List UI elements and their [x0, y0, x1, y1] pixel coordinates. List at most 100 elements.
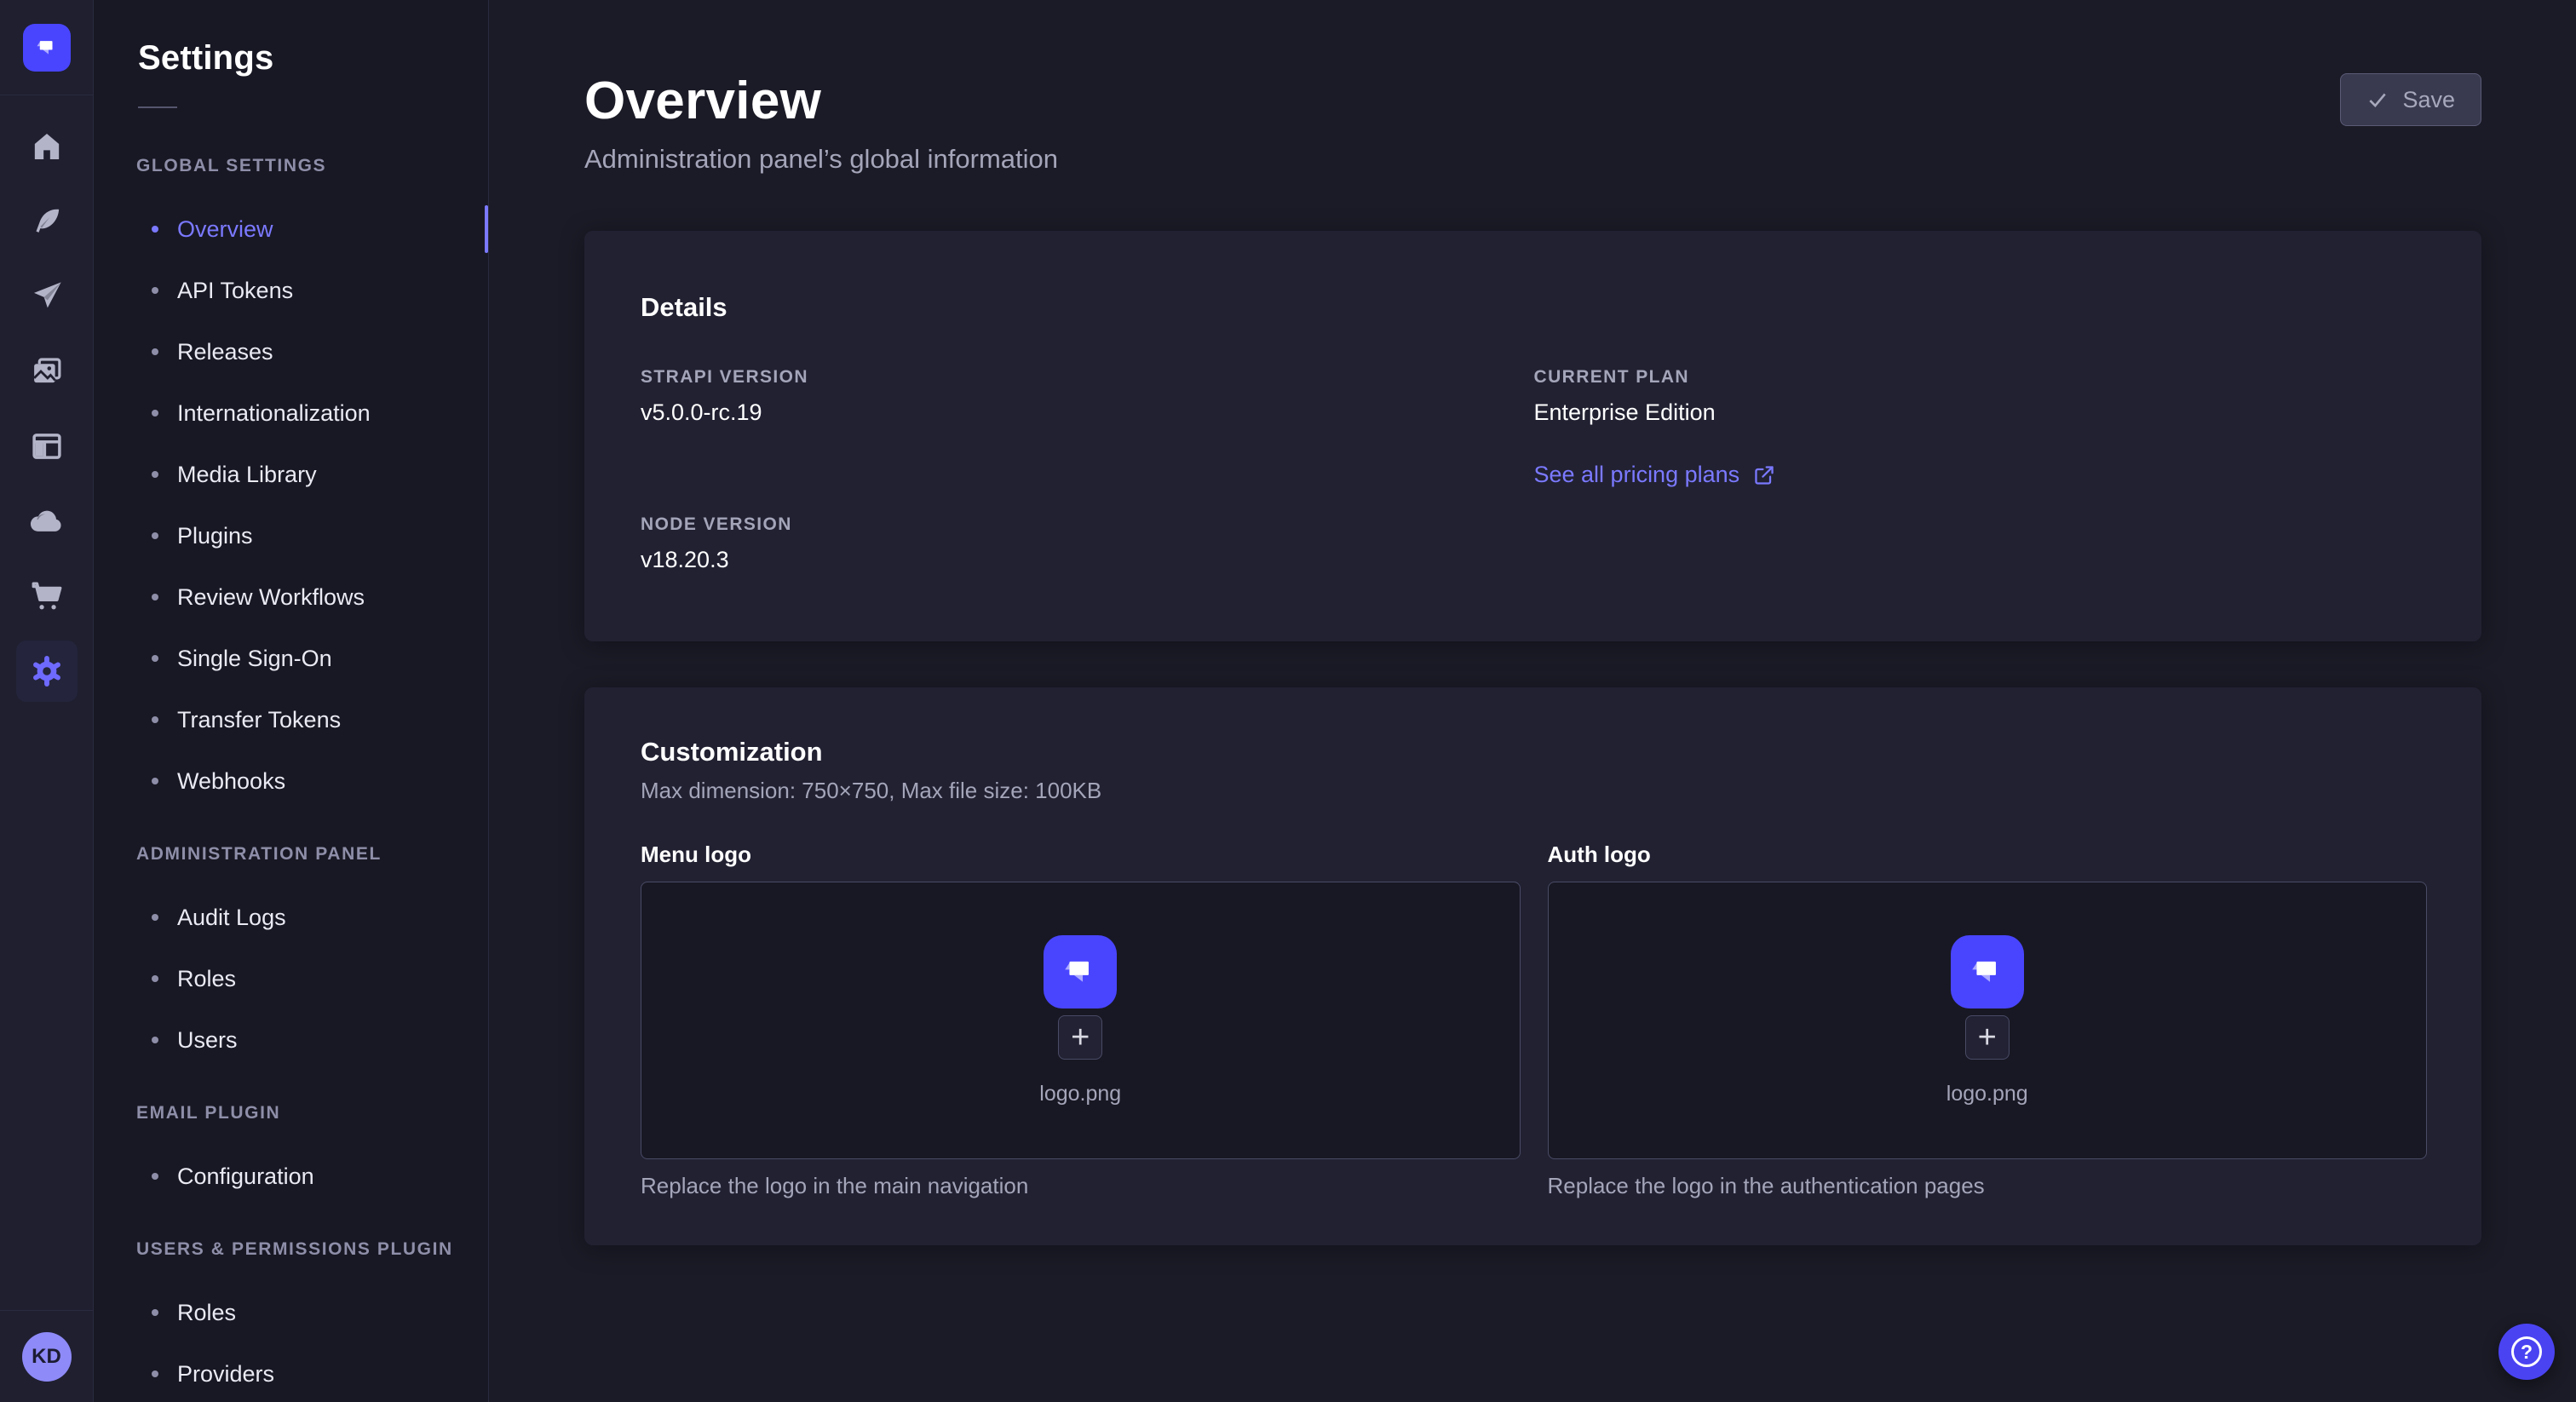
- logo-upload-grid: Menu logo + logo.png Replace the logo: [641, 842, 2427, 1199]
- pricing-plans-link[interactable]: See all pricing plans: [1534, 462, 1776, 488]
- main-content: Overview Administration panel’s global i…: [489, 0, 2576, 1402]
- gear-icon[interactable]: [16, 641, 78, 702]
- strapi-version-value: v5.0.0-rc.19: [641, 399, 1534, 426]
- title-divider: [138, 106, 177, 108]
- sidebar-item-internationalization[interactable]: Internationalization: [94, 382, 488, 444]
- auth-logo-upload: Auth logo + logo.png Replace the logo: [1548, 842, 2428, 1199]
- sidebar-item-api-tokens[interactable]: API Tokens: [94, 260, 488, 321]
- section-label-users-permissions-plugin: USERS & PERMISSIONS PLUGIN: [136, 1239, 488, 1260]
- strapi-logo-icon: [23, 24, 71, 72]
- cloud-icon[interactable]: [16, 491, 78, 552]
- sidebar-item-overview[interactable]: Overview: [94, 198, 488, 260]
- rail-icon-list: [16, 95, 78, 715]
- menu-logo-caption: Replace the logo in the main navigation: [641, 1173, 1521, 1199]
- section-label-email-plugin: EMAIL PLUGIN: [136, 1103, 488, 1123]
- bullet-icon: [152, 1037, 158, 1043]
- users-permissions-list: Roles Providers: [94, 1282, 488, 1402]
- menu-logo-upload: Menu logo + logo.png Replace the logo: [641, 842, 1521, 1199]
- bullet-icon: [152, 594, 158, 600]
- current-plan-field: CURRENT PLAN Enterprise Edition: [1534, 367, 2428, 426]
- node-version-value: v18.20.3: [641, 547, 1534, 573]
- auth-logo-filename: logo.png: [1946, 1082, 2028, 1106]
- sidebar-item-up-providers[interactable]: Providers: [94, 1343, 488, 1402]
- question-mark-icon: ?: [2511, 1336, 2542, 1367]
- administration-panel-list: Audit Logs Roles Users: [94, 887, 488, 1071]
- customization-card-title: Customization: [641, 737, 2427, 767]
- sidebar-item-audit-logs[interactable]: Audit Logs: [94, 887, 488, 948]
- bullet-icon: [152, 975, 158, 982]
- page-title: Overview: [584, 73, 1058, 129]
- pricing-plans-link-label: See all pricing plans: [1534, 462, 1740, 488]
- section-label-global-settings: GLOBAL SETTINGS: [136, 156, 488, 176]
- add-logo-button[interactable]: +: [1058, 1015, 1102, 1060]
- sidebar-item-label: Roles: [177, 1300, 236, 1326]
- node-version-label: NODE VERSION: [641, 514, 1534, 535]
- sidebar-item-plugins[interactable]: Plugins: [94, 505, 488, 566]
- sidebar-item-label: Users: [177, 1027, 238, 1054]
- page-header: Overview Administration panel’s global i…: [584, 73, 2481, 175]
- sidebar-item-label: Releases: [177, 339, 273, 365]
- strapi-version-field: STRAPI VERSION v5.0.0-rc.19: [641, 367, 1534, 426]
- bullet-icon: [152, 1173, 158, 1180]
- sidebar-item-transfer-tokens[interactable]: Transfer Tokens: [94, 689, 488, 750]
- sidebar-item-releases[interactable]: Releases: [94, 321, 488, 382]
- settings-sidebar: Settings GLOBAL SETTINGS Overview API To…: [94, 0, 489, 1402]
- auth-logo-dropzone[interactable]: + logo.png: [1548, 882, 2428, 1159]
- images-icon[interactable]: [16, 341, 78, 402]
- auth-logo-label: Auth logo: [1548, 842, 2428, 868]
- user-avatar[interactable]: KD: [22, 1332, 72, 1382]
- page-subtitle: Administration panel’s global informatio…: [584, 144, 1058, 175]
- sidebar-item-up-roles[interactable]: Roles: [94, 1282, 488, 1343]
- email-plugin-list: Configuration: [94, 1146, 488, 1207]
- sidebar-title: Settings: [138, 39, 488, 78]
- plus-icon: +: [1071, 1021, 1090, 1054]
- sidebar-item-label: Roles: [177, 966, 236, 992]
- external-link-icon: [1753, 464, 1775, 486]
- icon-rail: KD: [0, 0, 94, 1402]
- sidebar-item-webhooks[interactable]: Webhooks: [94, 750, 488, 812]
- bullet-icon: [152, 655, 158, 662]
- sidebar-item-admin-users[interactable]: Users: [94, 1009, 488, 1071]
- sidebar-item-review-workflows[interactable]: Review Workflows: [94, 566, 488, 628]
- strapi-logo-icon: [1044, 935, 1117, 1008]
- sidebar-item-label: Internationalization: [177, 400, 371, 427]
- sidebar-item-media-library[interactable]: Media Library: [94, 444, 488, 505]
- sidebar-item-email-configuration[interactable]: Configuration: [94, 1146, 488, 1207]
- workspace-logo[interactable]: [0, 0, 93, 95]
- help-button[interactable]: ?: [2498, 1324, 2555, 1380]
- save-button-label: Save: [2402, 87, 2455, 113]
- send-icon[interactable]: [16, 266, 78, 327]
- bullet-icon: [152, 914, 158, 921]
- bullet-icon: [152, 1370, 158, 1377]
- save-button[interactable]: Save: [2340, 73, 2481, 126]
- feather-icon[interactable]: [16, 191, 78, 252]
- sidebar-item-label: Audit Logs: [177, 905, 286, 931]
- global-settings-list: Overview API Tokens Releases Internation…: [94, 198, 488, 812]
- sidebar-item-single-sign-on[interactable]: Single Sign-On: [94, 628, 488, 689]
- add-logo-button[interactable]: +: [1965, 1015, 2010, 1060]
- auth-logo-caption: Replace the logo in the authentication p…: [1548, 1173, 2428, 1199]
- menu-logo-dropzone[interactable]: + logo.png: [641, 882, 1521, 1159]
- sidebar-item-label: Providers: [177, 1361, 274, 1388]
- sidebar-item-label: Configuration: [177, 1164, 314, 1190]
- cart-icon[interactable]: [16, 566, 78, 627]
- sidebar-item-label: Single Sign-On: [177, 646, 332, 672]
- menu-logo-label: Menu logo: [641, 842, 1521, 868]
- layout-icon[interactable]: [16, 416, 78, 477]
- home-icon[interactable]: [16, 116, 78, 177]
- details-card-title: Details: [641, 292, 2427, 323]
- customization-card: Customization Max dimension: 750×750, Ma…: [584, 687, 2481, 1245]
- bullet-icon: [152, 1309, 158, 1316]
- bullet-icon: [152, 287, 158, 294]
- bullet-icon: [152, 348, 158, 355]
- active-indicator: [485, 205, 488, 253]
- bullet-icon: [152, 778, 158, 784]
- bullet-icon: [152, 716, 158, 723]
- sidebar-item-admin-roles[interactable]: Roles: [94, 948, 488, 1009]
- details-right-column: CURRENT PLAN Enterprise Edition See all …: [1534, 367, 2428, 573]
- bullet-icon: [152, 471, 158, 478]
- strapi-logo-icon: [1951, 935, 2024, 1008]
- bullet-icon: [152, 410, 158, 417]
- plus-icon: +: [1978, 1021, 1997, 1054]
- details-grid: STRAPI VERSION v5.0.0-rc.19 NODE VERSION…: [641, 367, 2427, 573]
